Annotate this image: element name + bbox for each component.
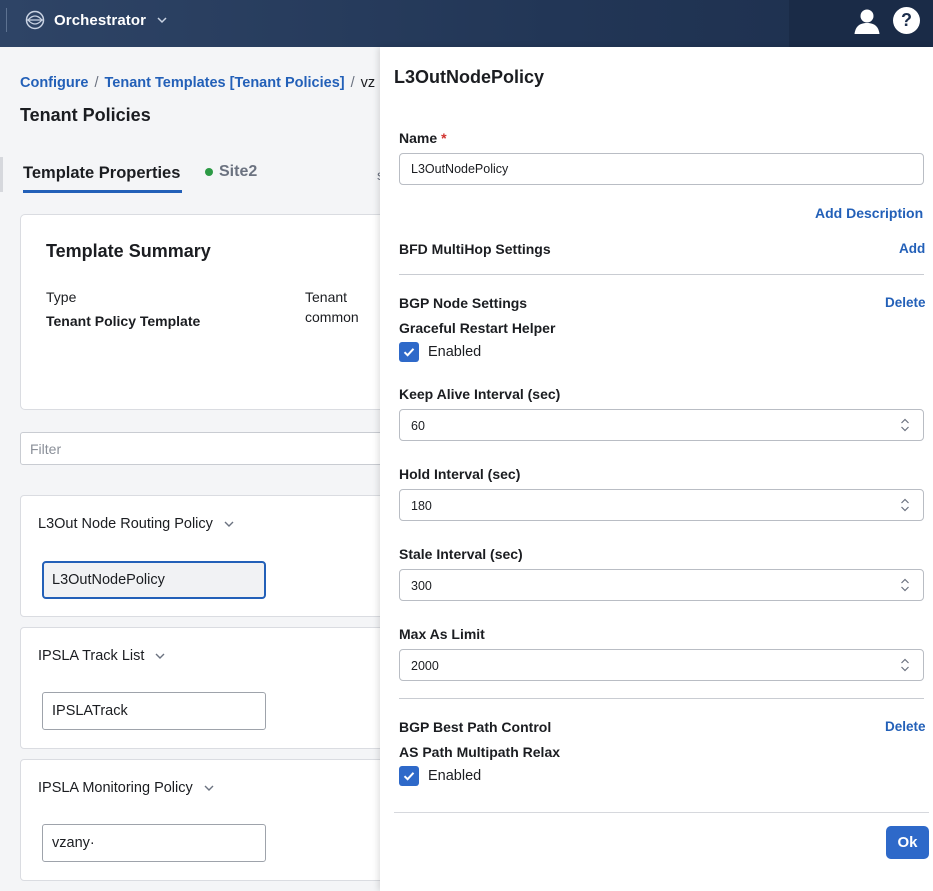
cisco-orchestrator-icon (25, 10, 45, 30)
breadcrumb-configure[interactable]: Configure (20, 75, 88, 91)
bgp-node-settings-title: BGP Node Settings (399, 295, 528, 311)
tab-template-properties[interactable]: Template Properties (23, 164, 180, 183)
breadcrumb: Configure / Tenant Templates [Tenant Polic… (20, 75, 375, 91)
summary-type-value: Tenant Policy Template (46, 313, 201, 329)
stepper-icon[interactable] (898, 496, 912, 514)
checkbox-checked-icon[interactable] (399, 342, 419, 362)
template-summary-card: Template Summary Type Tenant Policy Temp… (20, 214, 380, 410)
bgp-node-delete-link[interactable]: Delete (885, 295, 926, 310)
breadcrumb-separator: / (94, 75, 99, 91)
chevron-down-icon (155, 653, 165, 659)
keep-alive-label: Keep Alive Interval (sec) (399, 386, 561, 402)
stale-interval-value: 300 (411, 579, 432, 593)
help-glyph: ? (901, 10, 912, 30)
group-ipsla-track-list: IPSLA Track List IPSLATrack (20, 627, 380, 749)
stepper-icon[interactable] (898, 416, 912, 434)
group-l3out-node-routing-policy: L3Out Node Routing Policy L3OutNodePolic… (20, 495, 380, 617)
template-tabs: Template Properties Site2 s (0, 152, 380, 197)
summary-tenant-value: common (305, 309, 359, 325)
bfd-add-link[interactable]: Add (899, 241, 925, 256)
group-title[interactable]: IPSLA Monitoring Policy (38, 780, 215, 796)
bfd-multihop-title: BFD MultiHop Settings (399, 241, 551, 257)
hold-interval-value: 180 (411, 499, 432, 513)
graceful-restart-label: Graceful Restart Helper (399, 320, 556, 336)
chevron-down-icon (204, 785, 214, 791)
stale-interval-input[interactable]: 300 (399, 569, 924, 601)
chevron-down-icon (157, 17, 167, 24)
group-title-label: IPSLA Track List (38, 648, 145, 664)
breadcrumb-current: vz (360, 75, 376, 91)
checkbox-label: Enabled (428, 768, 482, 784)
stepper-icon[interactable] (898, 656, 912, 674)
bgp-best-path-delete-link[interactable]: Delete (885, 719, 926, 734)
group-ipsla-monitoring-policy: IPSLA Monitoring Policy vzany· (20, 759, 380, 881)
ok-button[interactable]: Ok (886, 826, 929, 859)
template-summary-title: Template Summary (46, 241, 211, 261)
top-navbar: Orchestrator ? (0, 0, 933, 47)
help-icon[interactable]: ? (893, 7, 920, 34)
site-status-dot (205, 168, 213, 176)
stepper-icon[interactable] (898, 576, 912, 594)
panel-footer-divider (394, 812, 929, 813)
policy-item-vzany[interactable]: vzany· (42, 824, 266, 862)
breadcrumb-tenant-templates[interactable]: Tenant Templates [Tenant Policies] (105, 75, 345, 91)
graceful-restart-checkbox[interactable]: Enabled (399, 342, 481, 362)
breadcrumb-separator: / (350, 75, 355, 91)
summary-type-label: Type (46, 289, 77, 305)
stale-interval-label: Stale Interval (sec) (399, 546, 523, 562)
group-title-label: IPSLA Monitoring Policy (38, 780, 193, 796)
tab-site2[interactable]: Site2 (205, 163, 257, 181)
summary-tenant-label: Tenant (305, 289, 348, 305)
section-divider (399, 274, 924, 275)
l3out-node-policy-panel: L3OutNodePolicy Name * L3OutNodePolicy Ad… (380, 47, 933, 891)
app-title: Orchestrator (54, 11, 147, 29)
navbar-divider (6, 8, 7, 32)
panel-title: L3OutNodePolicy (394, 67, 545, 87)
bgp-best-path-title: BGP Best Path Control (399, 719, 552, 735)
filter-input[interactable]: Filter (20, 432, 380, 465)
hold-interval-input[interactable]: 180 (399, 489, 924, 521)
user-icon[interactable] (853, 7, 881, 35)
name-label: Name * (399, 130, 447, 146)
checkbox-checked-icon[interactable] (399, 766, 419, 786)
as-path-multipath-checkbox[interactable]: Enabled (399, 766, 481, 786)
policy-item-l3outnodepolicy[interactable]: L3OutNodePolicy (42, 561, 266, 599)
page-title: Tenant Policies (20, 105, 151, 125)
tenant-policies-page: Configure / Tenant Templates [Tenant Polic… (0, 47, 380, 891)
policy-item-ipslatrack[interactable]: IPSLATrack (42, 692, 266, 730)
checkbox-label: Enabled (428, 344, 482, 360)
as-path-multipath-label: AS Path Multipath Relax (399, 744, 561, 760)
active-tab-indicator (23, 190, 182, 193)
required-marker: * (441, 130, 447, 146)
add-description-link[interactable]: Add Description (815, 205, 923, 221)
group-title-label: L3Out Node Routing Policy (38, 516, 213, 532)
group-title[interactable]: IPSLA Track List (38, 648, 166, 664)
group-title[interactable]: L3Out Node Routing Policy (38, 516, 235, 532)
name-label-text: Name (399, 130, 438, 146)
app-switcher[interactable]: Orchestrator (24, 9, 168, 31)
keep-alive-input[interactable]: 60 (399, 409, 924, 441)
tab-site2-label: Site2 (219, 163, 258, 180)
tab-scroll-marker (0, 157, 3, 192)
chevron-down-icon (224, 521, 234, 527)
section-divider (399, 698, 924, 699)
hold-interval-label: Hold Interval (sec) (399, 466, 521, 482)
max-as-limit-value: 2000 (411, 659, 439, 673)
max-as-limit-label: Max As Limit (399, 626, 485, 642)
name-input[interactable]: L3OutNodePolicy (399, 153, 924, 185)
keep-alive-value: 60 (411, 419, 425, 433)
max-as-limit-input[interactable]: 2000 (399, 649, 924, 681)
